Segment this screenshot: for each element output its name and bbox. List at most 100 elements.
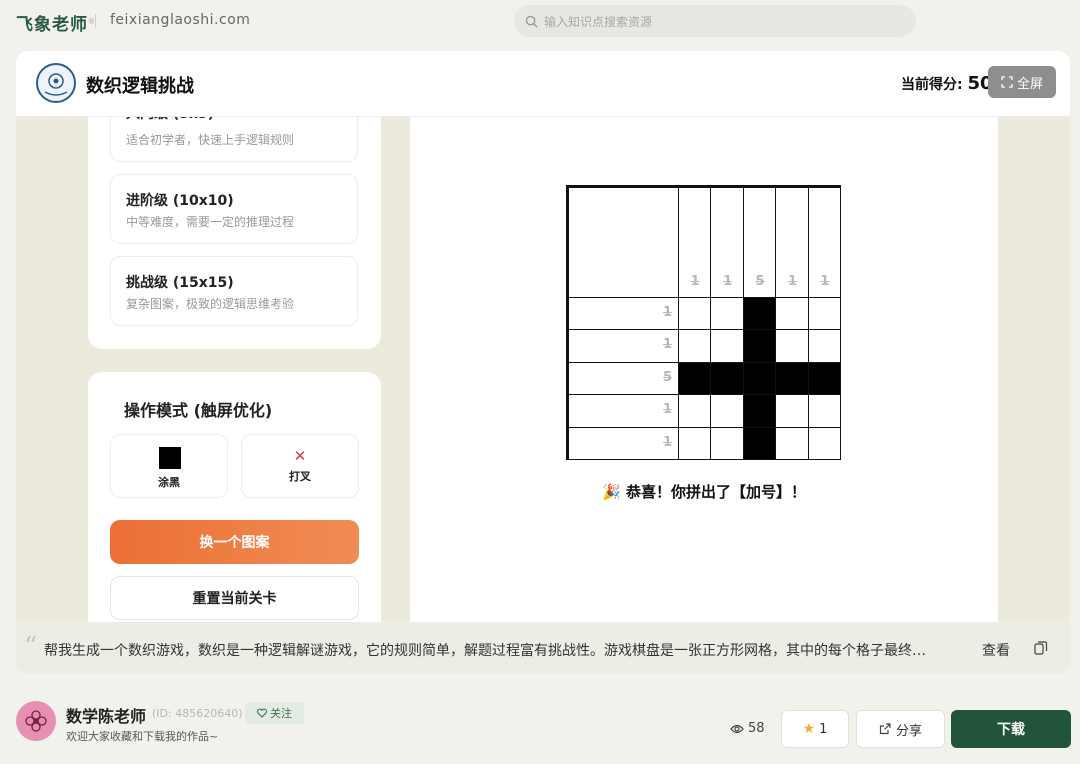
favorite-button[interactable]: ★ 1 [781, 710, 849, 748]
grid-cell[interactable] [711, 298, 744, 331]
prompt-bar: “ 帮我生成一个数织游戏，数织是一种逻辑解谜游戏，它的规则简单，解题过程富有挑战… [16, 622, 1070, 674]
row-clue-cell: 1 [569, 330, 679, 363]
grid-cell[interactable] [808, 427, 841, 460]
level-desc: 适合初学者，快速上手逻辑规则 [126, 133, 295, 147]
column-clue: 1 [690, 274, 700, 289]
row-clue: 1 [662, 337, 672, 353]
view-link[interactable]: 查看 [982, 640, 1010, 660]
row-clue-cell: 1 [569, 427, 679, 460]
app-title: 数织逻辑挑战 [86, 76, 194, 97]
column-clue-cell: 1 [808, 188, 841, 298]
grid-cell[interactable] [743, 330, 777, 363]
author-name[interactable]: 数学陈老师 [66, 703, 146, 727]
column-clue-cell: 1 [776, 188, 809, 298]
level-title: 进阶级 (10x10) [126, 193, 234, 209]
level-option-challenge[interactable]: 挑战级 (15x15) 复杂图案，极致的逻辑思维考验 [110, 256, 358, 326]
row-clue: 1 [662, 402, 672, 418]
author-id: (ID: 485620640) [152, 707, 243, 720]
expand-icon [1001, 76, 1013, 88]
score-label: 当前得分: [901, 77, 963, 93]
grid-cell[interactable] [743, 427, 777, 460]
success-message: 🎉 恭喜！你拼出了【加号】！ [410, 481, 998, 502]
grid-cell[interactable] [711, 362, 744, 396]
black-square-icon [159, 447, 181, 469]
star-icon: ★ [802, 721, 816, 737]
app-header: 数织逻辑挑战 当前得分: 50 全屏 [16, 51, 1070, 117]
cross-mode-label: 打叉 [289, 470, 311, 483]
search-input[interactable]: 输入知识点搜索资源 [514, 5, 916, 37]
cross-icon: ✕ [293, 447, 307, 465]
divider [95, 14, 96, 28]
grid-cell[interactable] [711, 395, 744, 428]
follow-button[interactable]: 关注 [245, 702, 304, 724]
column-clue-cell: 1 [679, 188, 712, 298]
site-logo[interactable]: 飞象老师® [16, 10, 96, 35]
prompt-text: 帮我生成一个数织游戏，数织是一种逻辑解谜游戏，它的规则简单，解题过程富有挑战性。… [44, 643, 926, 659]
row-clue-cell: 1 [569, 395, 679, 428]
grid-cell[interactable] [808, 298, 841, 331]
grid-cell[interactable] [679, 427, 712, 460]
grid-cell[interactable] [743, 395, 777, 428]
column-clue: 1 [723, 274, 733, 289]
fullscreen-button[interactable]: 全屏 [988, 66, 1056, 98]
column-clue: 1 [787, 274, 797, 289]
copy-icon[interactable] [1034, 641, 1048, 655]
grid-cell[interactable] [776, 298, 809, 331]
share-icon [879, 723, 891, 735]
game-board: 1 1 5 1 1 1 1 5 1 1 🎉 恭喜！你拼出了【加号】！ [410, 117, 998, 673]
author-bar: 数学陈老师 (ID: 485620640) 关注 欢迎大家收藏和下载我的作品~ … [0, 690, 1080, 764]
mode-title: 操作模式 (触屏优化) [124, 401, 273, 420]
search-placeholder: 输入知识点搜索资源 [544, 14, 653, 29]
column-clue: 5 [755, 274, 765, 289]
row-clue: 1 [662, 305, 672, 320]
success-text: 恭喜！你拼出了【加号】！ [625, 483, 806, 501]
level-title: 挑战级 (15x15) [126, 275, 234, 291]
fill-mode-label: 涂黑 [158, 476, 180, 489]
row-clue: 1 [662, 434, 672, 450]
heart-icon [257, 708, 267, 718]
grid-cell[interactable] [808, 330, 841, 363]
grid-cell[interactable] [711, 427, 744, 460]
row-clue-cell: 1 [569, 298, 679, 331]
grid-cell[interactable] [743, 298, 777, 331]
grid-cell[interactable] [679, 298, 712, 331]
level-desc: 中等难度，需要一定的推理过程 [126, 215, 295, 229]
eye-icon [730, 724, 744, 733]
grid-cell[interactable] [808, 395, 841, 428]
grid-cell[interactable] [711, 330, 744, 363]
grid-cell[interactable] [776, 330, 809, 363]
new-pattern-button[interactable]: 换一个图案 [110, 520, 359, 564]
quote-icon: “ [24, 632, 38, 662]
site-domain: feixianglaoshi.com [110, 12, 251, 28]
level-desc: 复杂图案，极致的逻辑思维考验 [126, 297, 295, 311]
fill-mode-button[interactable]: 涂黑 [110, 434, 228, 498]
column-clue: 1 [820, 274, 830, 289]
view-count: 58 [730, 721, 765, 736]
cross-mode-button[interactable]: ✕ 打叉 [241, 434, 359, 498]
grid-cell[interactable] [679, 330, 712, 363]
row-clue-cell: 5 [569, 362, 679, 396]
grid-cell[interactable] [776, 395, 809, 428]
search-icon [525, 15, 538, 28]
grid-cell[interactable] [679, 395, 712, 428]
top-bar: 飞象老师® feixianglaoshi.com 输入知识点搜索资源 [0, 0, 1080, 44]
author-motto: 欢迎大家收藏和下载我的作品~ [66, 730, 219, 743]
score-display: 当前得分: 50 [901, 73, 993, 94]
reset-level-button[interactable]: 重置当前关卡 [110, 576, 359, 620]
grid-cell[interactable] [743, 362, 777, 396]
download-button[interactable]: 下载 [951, 710, 1071, 748]
column-clue-cell: 1 [711, 188, 744, 298]
row-clue: 5 [662, 369, 672, 385]
flower-icon [25, 710, 47, 732]
app-logo-icon [36, 63, 76, 103]
grid-cell[interactable] [679, 362, 712, 396]
grid-cell[interactable] [808, 362, 841, 396]
grid-corner [569, 188, 679, 298]
avatar[interactable] [16, 701, 56, 741]
column-clue-cell: 5 [743, 188, 777, 298]
party-icon: 🎉 [602, 483, 621, 501]
level-option-intermediate[interactable]: 进阶级 (10x10) 中等难度，需要一定的推理过程 [110, 174, 358, 244]
grid-cell[interactable] [776, 362, 809, 396]
share-button[interactable]: 分享 [856, 710, 945, 748]
grid-cell[interactable] [776, 427, 809, 460]
